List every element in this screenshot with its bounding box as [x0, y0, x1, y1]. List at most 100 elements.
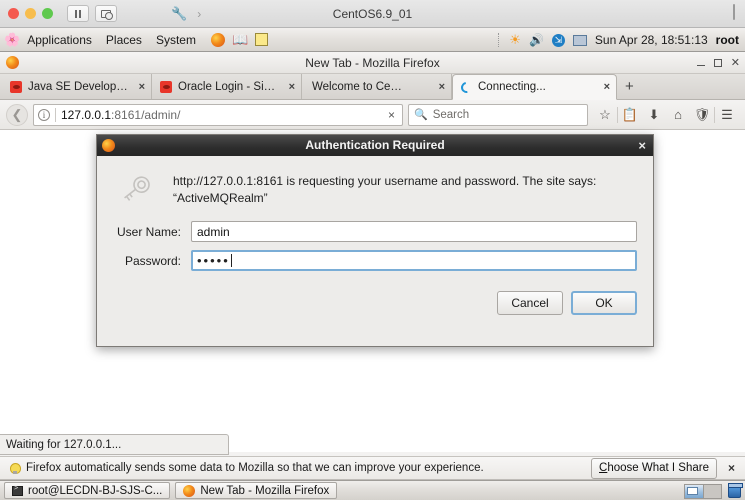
- taskbar-tray: [684, 481, 743, 500]
- vm-fullscreen-button[interactable]: [733, 4, 735, 20]
- window-close-button[interactable]: ✕: [731, 57, 740, 69]
- tab-close-icon[interactable]: ×: [604, 81, 610, 93]
- lightbulb-icon: [10, 462, 21, 474]
- notification-bar: Firefox automatically sends some data to…: [0, 456, 745, 480]
- vm-close-dot[interactable]: [8, 8, 19, 19]
- loading-spinner-icon: [458, 79, 475, 95]
- tab-close-icon[interactable]: ×: [139, 81, 145, 93]
- snapshot-icon: [101, 9, 113, 20]
- tab-oracle-login[interactable]: Oracle Login - Single ... ×: [152, 74, 302, 99]
- firefox-launcher-icon[interactable]: [210, 32, 225, 47]
- fullscreen-icon: [733, 4, 735, 20]
- workspace-2[interactable]: [703, 484, 721, 498]
- settings-wrench-icon[interactable]: 🔧: [171, 6, 187, 22]
- dialog-titlebar: Authentication Required ×: [97, 135, 653, 156]
- dialog-message: http://127.0.0.1:8161 is requesting your…: [173, 174, 597, 205]
- username-input[interactable]: admin: [191, 221, 637, 242]
- taskbar-item-firefox[interactable]: New Tab - Mozilla Firefox: [175, 482, 338, 499]
- bluetooth-icon[interactable]: ⇲: [551, 33, 565, 47]
- gnome-logo-icon: 🌸: [4, 31, 21, 47]
- search-bar[interactable]: 🔍 Search: [408, 103, 588, 126]
- dialog-button-row: Cancel OK: [97, 279, 653, 315]
- vm-snapshot-button[interactable]: [95, 5, 117, 22]
- notification-text: Firefox automatically sends some data to…: [26, 462, 484, 474]
- dialog-close-button[interactable]: ×: [638, 138, 646, 153]
- tab-strip: Java SE Developmen... × Oracle Login - S…: [0, 74, 745, 100]
- workspace-1[interactable]: [685, 484, 704, 498]
- vm-minimize-dot[interactable]: [25, 8, 36, 19]
- help-launcher-icon[interactable]: 📖: [232, 32, 248, 48]
- tab-label: Welcome to CentOS: [312, 80, 403, 93]
- text-caret: [230, 254, 232, 267]
- vm-tool-group: 🔧 ›: [171, 6, 201, 22]
- window-maximize-button[interactable]: [713, 59, 722, 67]
- tab-close-icon[interactable]: ×: [289, 81, 295, 93]
- tab-java-se[interactable]: Java SE Developmen... ×: [2, 74, 152, 99]
- search-placeholder: Search: [432, 108, 470, 121]
- screen: 🔧 › CentOS6.9_01 🌸 Applications Places S…: [0, 0, 745, 500]
- search-icon: 🔍: [414, 109, 428, 121]
- taskbar-item-terminal[interactable]: root@LECDN-BJ-SJS-C...: [4, 482, 171, 499]
- menu-hamburger-icon[interactable]: ☰: [715, 102, 739, 128]
- menu-places[interactable]: Places: [99, 28, 149, 52]
- pause-icon: [75, 9, 81, 18]
- expand-chevron-icon[interactable]: ›: [197, 7, 201, 21]
- password-label: Password:: [124, 253, 181, 268]
- url-clear-icon[interactable]: ×: [385, 108, 398, 122]
- username-label: User Name:: [116, 224, 181, 239]
- tab-connecting[interactable]: Connecting... ×: [452, 74, 617, 100]
- brightness-icon[interactable]: ☀: [509, 32, 521, 48]
- tab-label: Java SE Developmen...: [28, 80, 131, 93]
- key-icon: [113, 170, 159, 207]
- tab-welcome-centos[interactable]: Welcome to CentOS ×: [302, 74, 452, 99]
- home-icon[interactable]: ⌂: [666, 102, 690, 128]
- info-icon[interactable]: i: [38, 108, 50, 121]
- menu-system[interactable]: System: [149, 28, 203, 52]
- notification-close-icon[interactable]: ×: [724, 461, 739, 475]
- menu-applications[interactable]: Applications: [20, 28, 99, 52]
- terminal-icon: [12, 485, 23, 496]
- window-minimize-button[interactable]: [696, 64, 705, 67]
- gnome-top-panel: 🌸 Applications Places System 📖 ☀ 🔊 ⇲ Sun…: [0, 28, 745, 52]
- pocket-icon[interactable]: 🛡: [690, 102, 714, 128]
- status-tooltip: Waiting for 127.0.0.1...: [0, 434, 229, 455]
- tab-close-icon[interactable]: ×: [439, 81, 445, 93]
- display-icon[interactable]: [572, 34, 587, 46]
- new-tab-button[interactable]: +: [617, 75, 642, 99]
- vm-zoom-dot[interactable]: [42, 8, 53, 19]
- library-icon[interactable]: 📋: [618, 102, 642, 128]
- panel-tray: ☀ 🔊 ⇲ Sun Apr 28, 18:51:13 root: [498, 28, 739, 52]
- ok-button[interactable]: OK: [571, 291, 637, 315]
- password-input[interactable]: •••••: [191, 250, 637, 271]
- button-accesskey: C: [599, 462, 608, 474]
- oracle-favicon: [160, 80, 172, 93]
- navigation-toolbar: ❮ i 127.0.0.1:8161/admin/ × 🔍 Search ☆ 📋…: [0, 100, 745, 130]
- url-text: 127.0.0.1:8161/admin/: [61, 108, 380, 122]
- volume-icon[interactable]: 🔊: [529, 33, 544, 47]
- panel-user[interactable]: root: [716, 33, 739, 47]
- cancel-button[interactable]: Cancel: [497, 291, 563, 315]
- button-label-rest: hoose What I Share: [607, 462, 709, 474]
- back-button[interactable]: ❮: [6, 103, 28, 126]
- trash-icon[interactable]: [728, 483, 743, 498]
- firefox-titlebar: New Tab - Mozilla Firefox ✕: [0, 52, 745, 74]
- bookmark-star-icon[interactable]: ☆: [593, 102, 617, 128]
- taskbar-item-label: New Tab - Mozilla Firefox: [200, 484, 330, 497]
- vm-pause-button[interactable]: [67, 5, 89, 22]
- dialog-title: Authentication Required: [305, 138, 445, 152]
- choose-what-i-share-button[interactable]: Choose What I Share: [591, 457, 717, 479]
- dialog-body: http://127.0.0.1:8161 is requesting your…: [97, 156, 653, 207]
- tray-separator: [498, 33, 501, 47]
- firefox-icon: [183, 484, 196, 497]
- panel-clock[interactable]: Sun Apr 28, 18:51:13: [595, 33, 708, 47]
- authentication-dialog: Authentication Required × http://127.0.0…: [96, 134, 654, 347]
- text-editor-launcher-icon[interactable]: [255, 33, 269, 46]
- taskbar-item-label: root@LECDN-BJ-SJS-C...: [28, 484, 163, 497]
- url-divider: [55, 107, 56, 122]
- key-icon-svg: [124, 176, 150, 201]
- tab-label: Oracle Login - Single ...: [178, 80, 281, 93]
- downloads-icon[interactable]: ⬇: [642, 102, 666, 128]
- workspace-switcher[interactable]: [684, 483, 722, 499]
- firefox-window-title: New Tab - Mozilla Firefox: [305, 55, 440, 70]
- url-bar[interactable]: i 127.0.0.1:8161/admin/ ×: [33, 103, 403, 126]
